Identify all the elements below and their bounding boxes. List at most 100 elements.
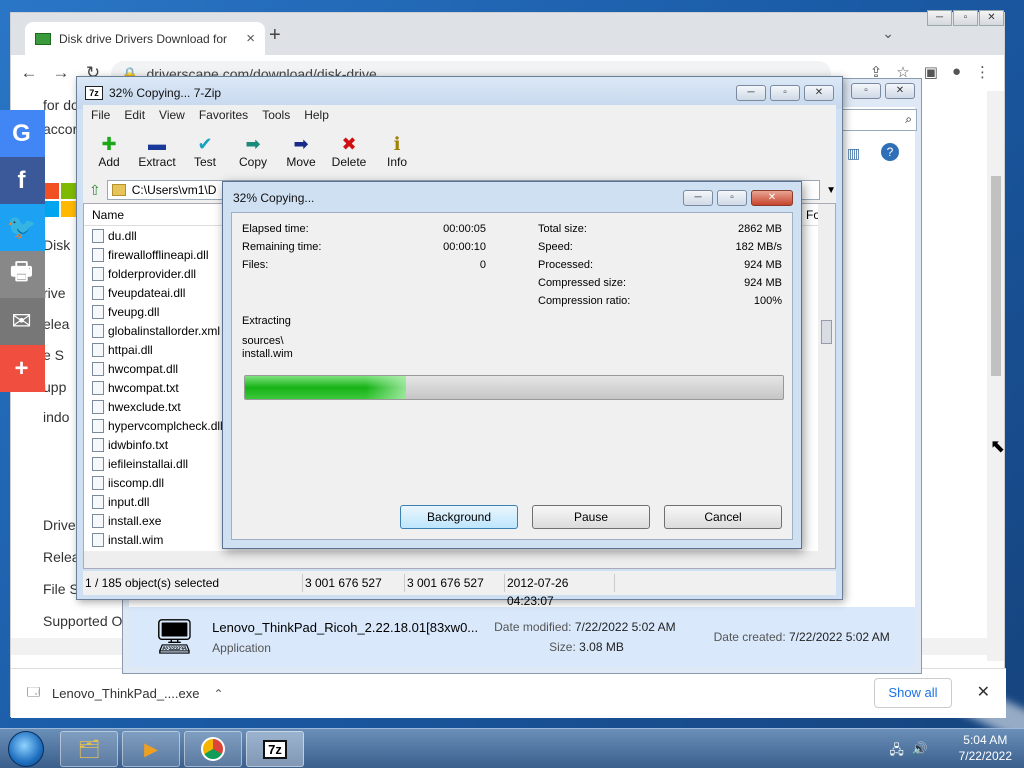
exe-file-icon: 🗔 xyxy=(27,685,41,699)
7zip-taskbar-icon[interactable]: 7z xyxy=(246,731,304,767)
close-icon[interactable]: ✕ xyxy=(979,10,1004,26)
stat-row: Remaining time: 00:00:10 xyxy=(242,241,486,259)
clock-date: 7/22/2022 xyxy=(958,749,1012,763)
7zip-statusbar: 1 / 185 object(s) selected 3 001 676 527 3… xyxy=(83,571,836,608)
menu-kebab-icon[interactable]: ⋮ xyxy=(975,63,990,81)
show-all-button[interactable]: Show all xyxy=(874,678,952,708)
google-icon[interactable]: G xyxy=(0,110,45,157)
stat-value: 924 MB xyxy=(744,277,782,289)
progress-bar xyxy=(244,375,784,400)
explorer-close-icon[interactable]: ✕ xyxy=(885,83,915,99)
tab-close-icon[interactable]: × xyxy=(246,30,255,47)
menu-help[interactable]: Help xyxy=(304,108,329,122)
dialog-window-controls: ─ ▫ ✕ xyxy=(683,190,793,206)
file-list-scrollbar[interactable] xyxy=(818,204,835,568)
plus-icon[interactable]: + xyxy=(0,345,45,392)
file-icon xyxy=(92,380,104,395)
stat-value: 182 MB/s xyxy=(735,241,782,253)
volume-icon[interactable]: 🔊 xyxy=(912,741,928,763)
mail-icon[interactable]: ✉ xyxy=(0,298,45,345)
download-chevron-up-icon[interactable]: ⌃ xyxy=(213,687,223,701)
clock-time: 5:04 AM xyxy=(963,733,1008,747)
print-icon[interactable]: 🖶 xyxy=(0,251,45,298)
explorer-search-box[interactable]: ⌕ xyxy=(841,109,917,131)
minimize-icon[interactable]: ─ xyxy=(683,190,713,206)
tab-title: Disk drive Drivers Download for xyxy=(59,31,228,46)
move-icon: ➡ xyxy=(293,134,309,154)
delete-button[interactable]: ✖ Delete xyxy=(331,125,367,177)
page-scrollbar[interactable] xyxy=(987,91,1004,661)
maximize-icon[interactable]: ▫ xyxy=(953,10,978,26)
pause-button[interactable]: Pause xyxy=(532,505,650,529)
chrome-taskbar-icon[interactable] xyxy=(184,731,242,767)
media-player-taskbar-icon[interactable]: ▶ xyxy=(122,731,180,767)
menu-file[interactable]: File xyxy=(91,108,110,122)
file-icon xyxy=(92,475,104,490)
current-dir: sources\ xyxy=(242,335,284,347)
stat-label: Total size: xyxy=(538,223,587,235)
stat-label: Processed: xyxy=(538,259,594,271)
extract-button[interactable]: ▬ Extract xyxy=(138,125,176,177)
file-name: input.dll xyxy=(108,494,150,509)
page-scroll-thumb[interactable] xyxy=(991,176,1001,376)
file-list-horizontal-scrollbar[interactable] xyxy=(84,551,835,568)
info-button[interactable]: ℹ Info xyxy=(379,125,415,177)
file-name: iiscomp.dll xyxy=(108,475,165,490)
explorer-taskbar-icon[interactable]: 🗂 xyxy=(60,731,118,767)
help-icon[interactable]: ? xyxy=(881,143,899,161)
dialog-title: 32% Copying... xyxy=(233,191,315,205)
explorer-maximize-icon[interactable]: ▫ xyxy=(851,83,881,99)
delete-label: Delete xyxy=(331,155,367,169)
clock[interactable]: 5:04 AM 7/22/2022 xyxy=(959,732,1012,764)
start-button[interactable] xyxy=(8,731,44,767)
right-stats: Total size: 2862 MB Speed: 182 MB/s Processe… xyxy=(538,223,782,313)
profile-avatar-icon[interactable]: ● xyxy=(952,63,961,81)
cancel-button[interactable]: Cancel xyxy=(664,505,782,529)
file-icon xyxy=(92,266,104,281)
copy-button[interactable]: ➡ Copy xyxy=(235,125,271,177)
folder-icon xyxy=(111,184,126,196)
folder-up-icon[interactable]: ⇧ xyxy=(89,182,101,199)
extract-icon: ▬ xyxy=(148,134,166,154)
path-text: C:\Users\vm1\D xyxy=(131,183,217,197)
network-icon[interactable]: 🖧 xyxy=(889,741,904,763)
file-list-scroll-thumb[interactable] xyxy=(821,320,832,344)
maximize-icon[interactable]: ▫ xyxy=(770,85,800,101)
menu-favorites[interactable]: Favorites xyxy=(199,108,248,122)
facebook-icon[interactable]: f xyxy=(0,157,45,204)
move-button[interactable]: ➡ Move xyxy=(283,125,319,177)
download-item-name[interactable]: Lenovo_ThinkPad_....exe xyxy=(52,686,199,701)
7zip-menubar: File Edit View Favorites Tools Help xyxy=(83,105,836,125)
browser-tab[interactable]: Disk drive Drivers Download for × xyxy=(25,22,265,55)
maximize-icon[interactable]: ▫ xyxy=(717,190,747,206)
test-button[interactable]: ✔ Test xyxy=(187,125,223,177)
close-download-bar-icon[interactable]: ✕ xyxy=(977,682,990,702)
test-icon: ✔ xyxy=(197,134,213,154)
side-panel-icon[interactable]: ▣ xyxy=(924,63,938,81)
close-icon[interactable]: ✕ xyxy=(751,190,793,206)
preview-pane-icon[interactable]: ▥ xyxy=(847,145,860,162)
menu-edit[interactable]: Edit xyxy=(124,108,145,122)
menu-view[interactable]: View xyxy=(159,108,185,122)
forward-icon[interactable]: → xyxy=(51,63,71,83)
menu-tools[interactable]: Tools xyxy=(262,108,290,122)
twitter-icon[interactable]: 🐦 xyxy=(0,204,45,251)
minimize-icon[interactable]: ─ xyxy=(927,10,952,26)
status-cell: 3 001 676 527 xyxy=(303,574,405,592)
minimize-icon[interactable]: ─ xyxy=(736,85,766,101)
path-dropdown-icon[interactable]: ▼ xyxy=(826,185,836,196)
close-icon[interactable]: ✕ xyxy=(804,85,834,101)
back-icon[interactable]: ← xyxy=(19,63,39,83)
new-tab-icon[interactable]: + xyxy=(269,24,281,47)
page-text: rive xyxy=(43,285,66,301)
stat-value: 100% xyxy=(753,295,782,307)
explorer-selected-item[interactable]: 🖥 Lenovo_ThinkPad_Ricoh_2.22.18.01[83xw0… xyxy=(129,607,915,667)
background-button[interactable]: Background xyxy=(400,505,518,529)
browser-window-controls: ─ ▫ ✕ xyxy=(927,10,1004,26)
extract-label: Extract xyxy=(138,155,176,169)
add-button[interactable]: ✚ Add xyxy=(91,125,127,177)
add-icon: ✚ xyxy=(101,134,117,154)
tab-search-chevron-icon[interactable]: ⌄ xyxy=(882,25,894,42)
file-icon xyxy=(92,437,104,452)
file-icon xyxy=(92,247,104,262)
